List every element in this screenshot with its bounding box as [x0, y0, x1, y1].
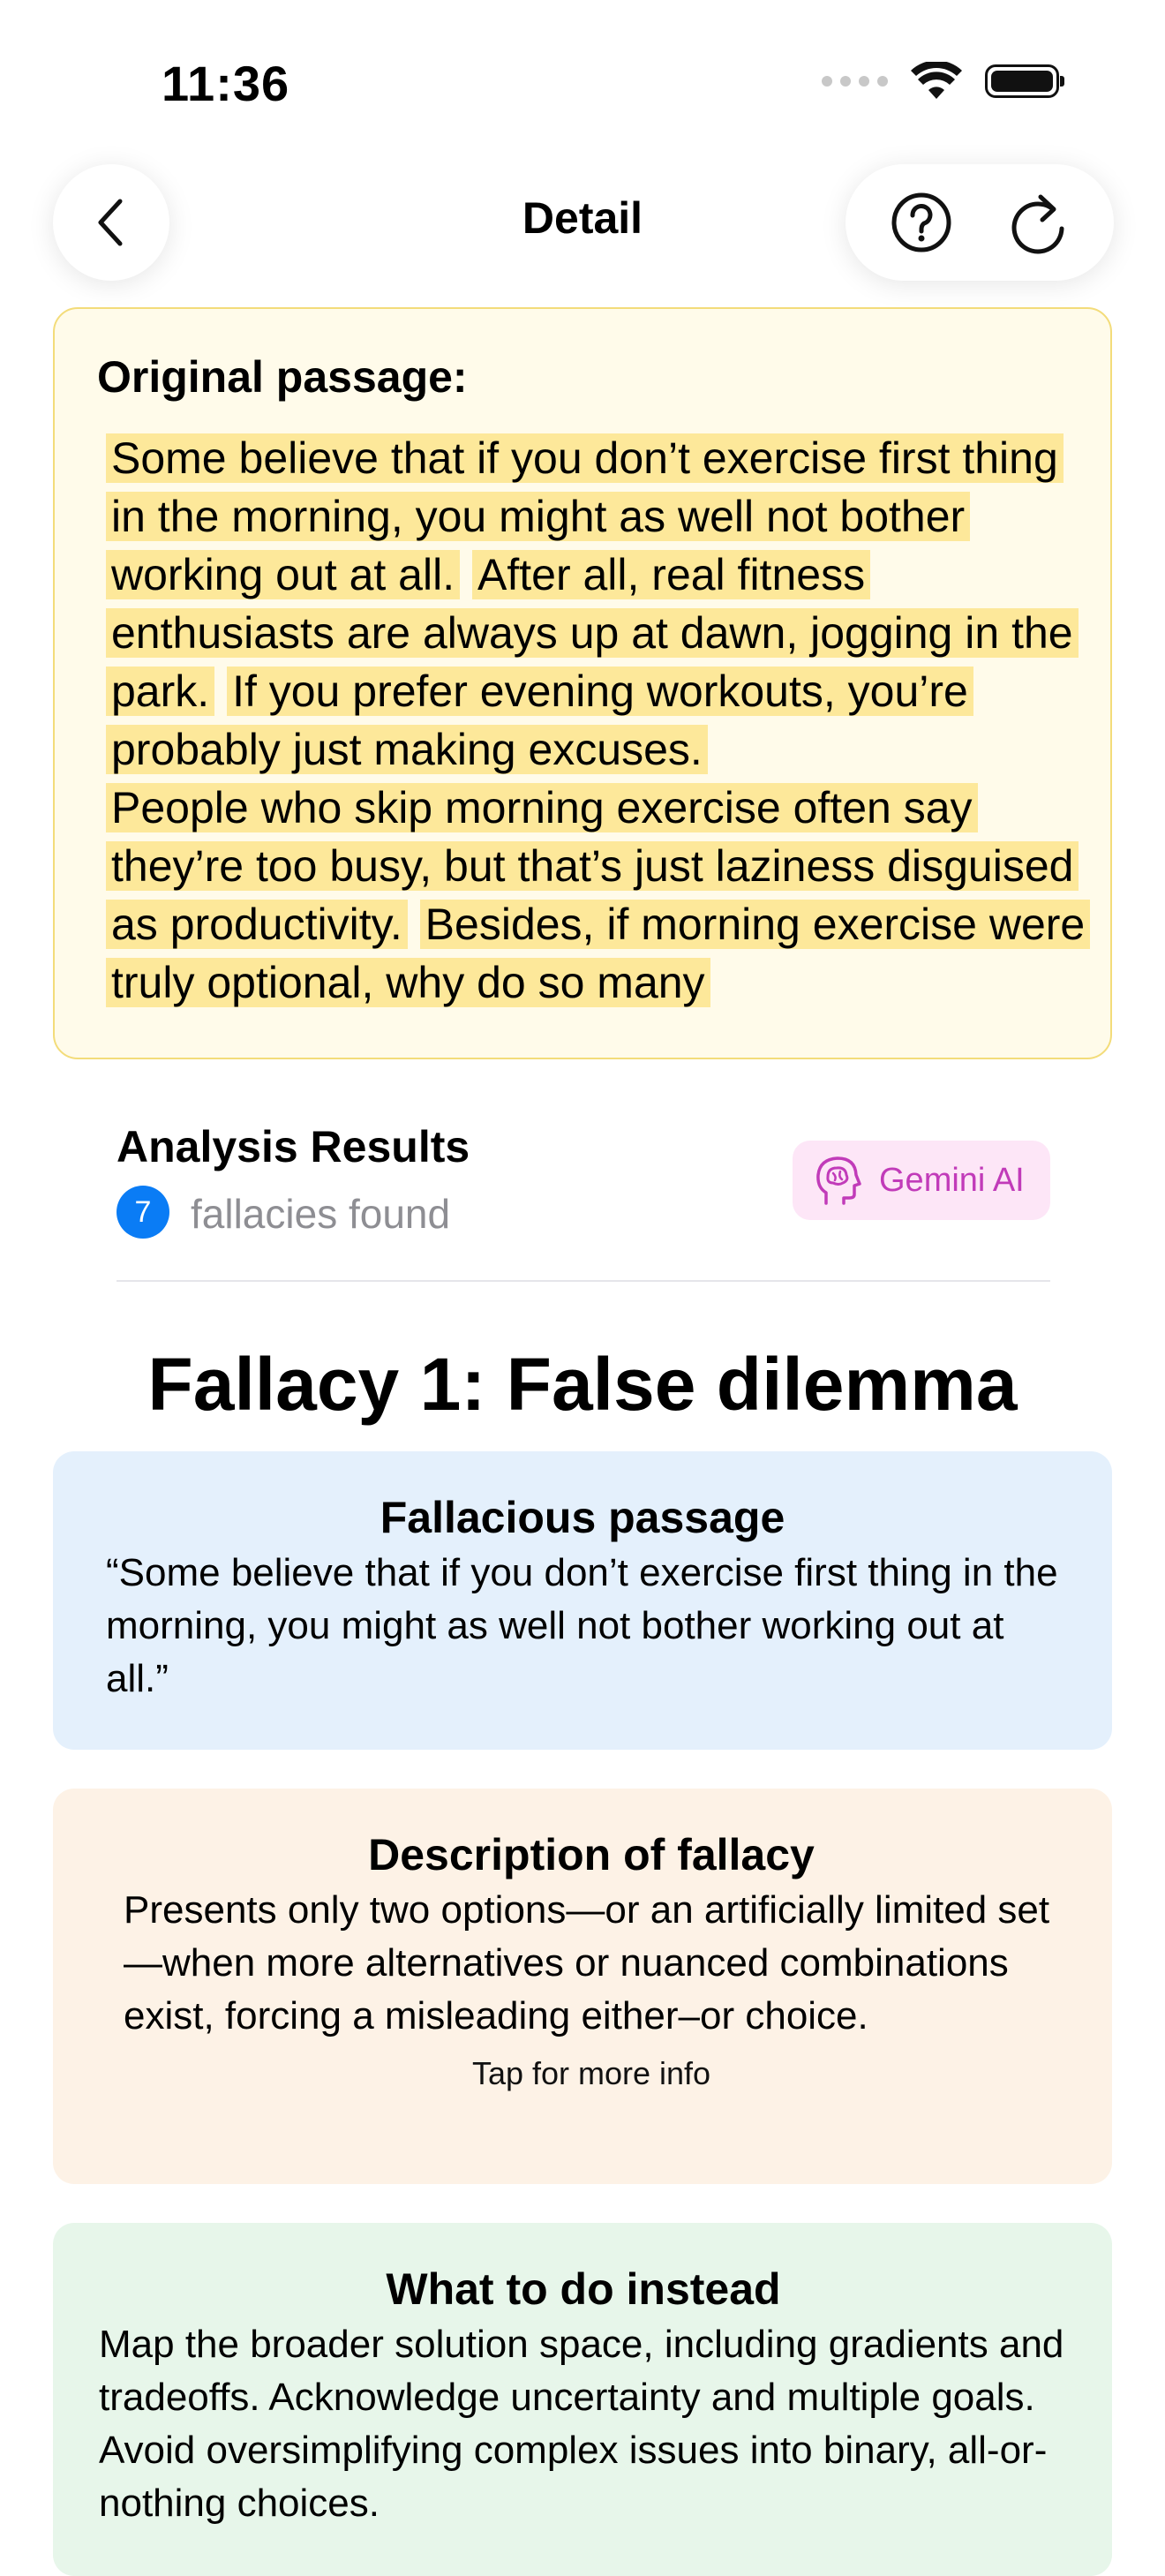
fallacy-heading: Fallacy 1: False dilemma — [147, 1343, 1018, 1426]
nav-actions — [846, 164, 1114, 281]
analysis-results-title: Analysis Results — [116, 1122, 470, 1171]
original-passage-label: Original passage: — [97, 352, 468, 402]
fallacy-description-title: Description of fallacy — [368, 1830, 815, 1879]
ai-engine-badge: Gemini AI — [793, 1141, 1050, 1220]
refresh-button[interactable] — [998, 183, 1078, 262]
what-to-do-card: What to do instead Map the broader solut… — [53, 2223, 1112, 2576]
fallacy-count-label: fallacies found — [191, 1191, 451, 1237]
status-icons — [822, 62, 1064, 101]
help-button[interactable] — [882, 183, 961, 262]
fallacy-count-badge: 7 — [116, 1186, 169, 1239]
passage-segment[interactable]: If you prefer evening workouts, you’re p… — [106, 667, 973, 774]
original-passage-card: Original passage: Some believe that if y… — [53, 307, 1112, 1059]
status-time: 11:36 — [162, 56, 290, 111]
fallacious-passage-title: Fallacious passage — [380, 1493, 785, 1542]
what-to-do-title: What to do instead — [386, 2264, 781, 2314]
wifi-icon — [911, 62, 962, 99]
divider — [116, 1280, 1050, 1282]
fallacy-description-text: Presents only two options—or an artifici… — [124, 1888, 1050, 2037]
cellular-signal-icon — [822, 76, 888, 87]
question-circle-icon — [891, 192, 951, 252]
fallacy-description-card[interactable]: Description of fallacy Presents only two… — [53, 1789, 1112, 2184]
original-passage-text: Some believe that if you don’t exercise … — [97, 429, 1094, 1012]
fallacious-passage-text: “Some believe that if you don’t exercise… — [106, 1551, 1058, 1700]
battery-icon — [985, 64, 1064, 98]
refresh-icon — [1011, 194, 1064, 254]
what-to-do-text: Map the broader solution space, includin… — [99, 2323, 1064, 2525]
more-info-link[interactable]: Tap for more info — [124, 2055, 1059, 2092]
ai-engine-label: Gemini AI — [879, 1161, 1025, 1199]
brain-head-icon — [816, 1156, 861, 1205]
fallacious-passage-card: Fallacious passage “Some believe that if… — [53, 1451, 1112, 1750]
